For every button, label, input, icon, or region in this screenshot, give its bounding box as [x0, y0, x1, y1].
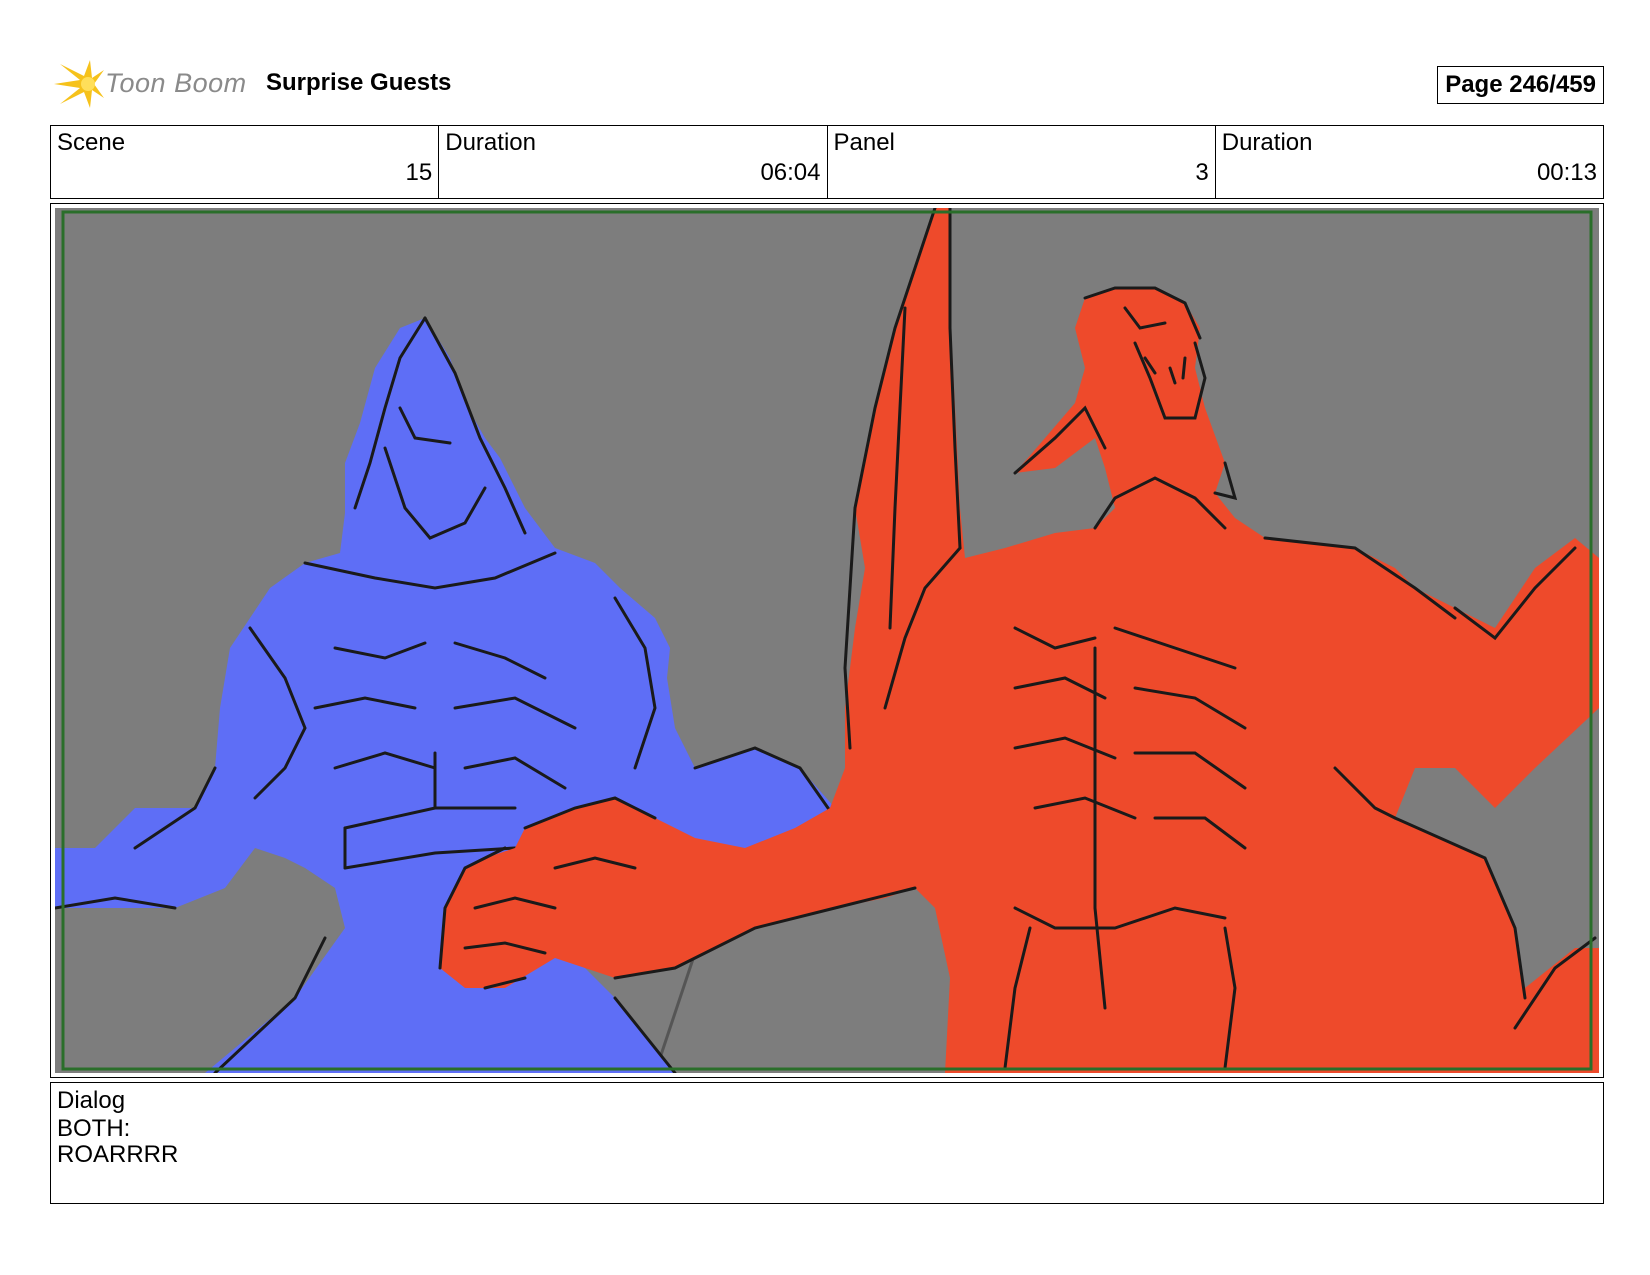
scene-duration-label: Duration — [445, 129, 536, 156]
page-indicator: Page 246/459 — [1437, 66, 1604, 104]
logo-wordmark: Toon Boom — [105, 68, 247, 98]
panel-info-row: Scene 15 Duration 06:04 Panel 3 Duration… — [50, 125, 1604, 199]
toon-boom-logo: Toon Boom — [50, 58, 250, 110]
dialog-line-text: ROARRRR — [57, 1141, 179, 1168]
panel-duration-label: Duration — [1221, 129, 1313, 156]
scene-label: Scene — [57, 129, 126, 156]
scene-duration-cell: Duration 06:04 — [439, 126, 828, 198]
dialog-label: Dialog — [57, 1087, 126, 1114]
scene-duration-value: 06:04 — [760, 159, 821, 186]
panel-label: Panel — [833, 129, 895, 156]
panel-duration-value: 00:13 — [1536, 159, 1597, 186]
dialog-section: Dialog BOTH: ROARRRR — [50, 1082, 1604, 1204]
scene-cell: Scene 15 — [51, 126, 440, 198]
dialog-text: BOTH: ROARRRR — [57, 1116, 178, 1168]
panel-value: 3 — [1195, 159, 1209, 186]
panel-duration-cell: Duration 00:13 — [1216, 126, 1603, 198]
starburst-icon — [54, 60, 104, 108]
scene-value: 15 — [405, 159, 433, 186]
storyboard-panel — [50, 203, 1604, 1078]
project-title: Surprise Guests — [266, 69, 452, 96]
dialog-line-speaker: BOTH: — [57, 1115, 131, 1142]
panel-drawing — [55, 208, 1599, 1073]
panel-cell: Panel 3 — [828, 126, 1216, 198]
storyboard-header: Toon Boom Surprise Guests Page 246/459 — [50, 56, 1604, 112]
